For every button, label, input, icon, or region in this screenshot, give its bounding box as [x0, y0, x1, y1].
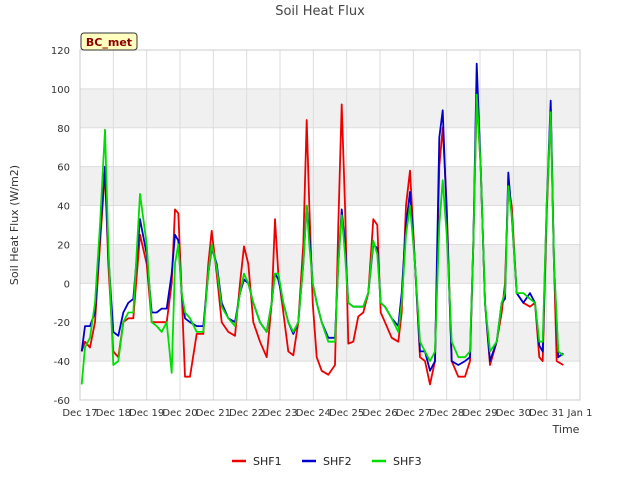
x-tick-label: Dec 29 — [462, 408, 497, 419]
site-badge-label: BC_met — [86, 36, 132, 49]
y-tick-label: 0 — [64, 279, 70, 290]
x-tick-label: Dec 25 — [329, 408, 364, 419]
x-tick-label: Dec 21 — [196, 408, 231, 419]
y-tick-label: 60 — [57, 163, 70, 174]
soil-heat-flux-chart: -60-40-20020406080100120Dec 17Dec 18Dec … — [0, 0, 640, 480]
y-tick-label: 80 — [57, 124, 70, 135]
y-tick-label: -20 — [54, 318, 70, 329]
legend: SHF1 SHF2 SHF3 — [232, 455, 422, 468]
x-tick-label: Dec 27 — [396, 408, 431, 419]
x-tick-label: Dec 22 — [229, 408, 264, 419]
legend-label-shf2: SHF2 — [323, 455, 352, 468]
y-tick-label: 120 — [51, 46, 70, 57]
plot-band — [80, 88, 580, 128]
y-tick-label: 40 — [57, 202, 70, 213]
site-badge: BC_met — [80, 32, 138, 51]
x-tick-label: Dec 26 — [362, 408, 397, 419]
plot-band — [80, 166, 580, 206]
y-tick-label: 20 — [57, 240, 70, 251]
x-tick-label: Dec 23 — [262, 408, 297, 419]
x-tick-label: Dec 19 — [129, 408, 164, 419]
y-tick-label: -40 — [54, 357, 70, 368]
y-axis-label: Soil Heat Flux (W/m2) — [8, 165, 21, 285]
x-tick-label: Dec 24 — [296, 408, 331, 419]
x-tick-label: Dec 17 — [62, 408, 97, 419]
x-axis-label: Time — [552, 423, 580, 436]
y-tick-label: -60 — [54, 396, 70, 407]
x-tick-label: Dec 20 — [162, 408, 197, 419]
x-tick-label: Dec 31 — [529, 408, 564, 419]
y-tick-label: 100 — [51, 85, 70, 96]
x-tick-label: Dec 30 — [496, 408, 531, 419]
x-tick-label: Dec 18 — [96, 408, 131, 419]
legend-label-shf1: SHF1 — [253, 455, 282, 468]
x-tick-label: Dec 28 — [429, 408, 464, 419]
legend-label-shf3: SHF3 — [393, 455, 422, 468]
x-tick-label: Jan 1 — [567, 408, 593, 419]
chart-title: Soil Heat Flux — [275, 4, 365, 19]
